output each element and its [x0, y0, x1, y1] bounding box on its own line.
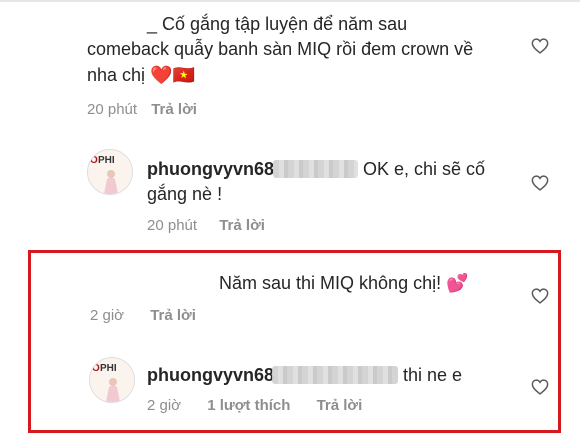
svg-text:O: O [90, 155, 98, 166]
comment-1-line-3: nha chị ❤️🇻🇳 [87, 63, 195, 87]
comment-1-meta: 20 phút Trả lời [87, 101, 197, 118]
redacted-mention [272, 366, 398, 384]
comment-3-time: 2 giờ [90, 307, 125, 324]
comment-2-time: 20 phút [147, 217, 198, 234]
comment-4-text: thi ne e [403, 365, 463, 385]
heart-outline-icon[interactable] [531, 379, 549, 395]
comment-4-likes[interactable]: 1 lượt thích [207, 397, 290, 414]
comment-2-text-1: OK e, chi sẽ cố [363, 159, 486, 179]
comment-4-line: phuongvyvn68 [147, 363, 274, 387]
heart-outline-icon[interactable] [531, 288, 549, 304]
comment-4-username[interactable]: phuongvyvn68 [147, 365, 274, 385]
avatar[interactable]: O PHI [89, 357, 135, 403]
comment-1-line-1: _ Cố gắng tập luyện để năm sau [147, 14, 408, 34]
comment-3-reply-button[interactable]: Trả lời [150, 307, 196, 324]
comment-2-reply-button[interactable]: Trả lời [219, 217, 265, 234]
heart-outline-icon[interactable] [531, 175, 549, 191]
svg-text:PHI: PHI [100, 363, 117, 374]
top-divider [0, 0, 580, 2]
comment-1-reply-button[interactable]: Trả lời [151, 101, 197, 118]
comment-1-emoji: ❤️🇻🇳 [150, 65, 195, 85]
svg-text:O: O [92, 363, 100, 374]
comment-2-text-2: gắng nè ! [147, 184, 223, 204]
comment-3-text: Năm sau thi MIQ không chị! [219, 273, 442, 293]
comment-4-time: 2 giờ [147, 397, 182, 414]
comment-1-line-2: comeback quẫy banh sàn MIQ rồi đem crown… [87, 39, 474, 59]
avatar[interactable]: O PHI [87, 149, 133, 195]
comment-3-meta: 2 giờ Trả lời [90, 307, 196, 324]
redacted-mention [273, 160, 358, 178]
comment-2-line-1: phuongvyvn68 [147, 157, 274, 181]
comment-2-username[interactable]: phuongvyvn68 [147, 159, 274, 179]
svg-text:PHI: PHI [98, 155, 115, 166]
avatar-image: O PHI [88, 150, 132, 194]
comment-1-line-3-text: nha chị [87, 65, 146, 85]
comment-3-emoji: 💕 [446, 273, 469, 293]
comment-4-meta: 2 giờ 1 lượt thích Trả lời [147, 397, 362, 414]
heart-outline-icon[interactable] [531, 38, 549, 54]
avatar-image: O PHI [90, 358, 134, 402]
comment-4-reply-button[interactable]: Trả lời [317, 397, 363, 414]
comment-3-line: Năm sau thi MIQ không chị! 💕 [219, 271, 469, 295]
comment-2-meta: 20 phút Trả lời [147, 217, 265, 234]
comment-1-time: 20 phút [87, 101, 138, 118]
